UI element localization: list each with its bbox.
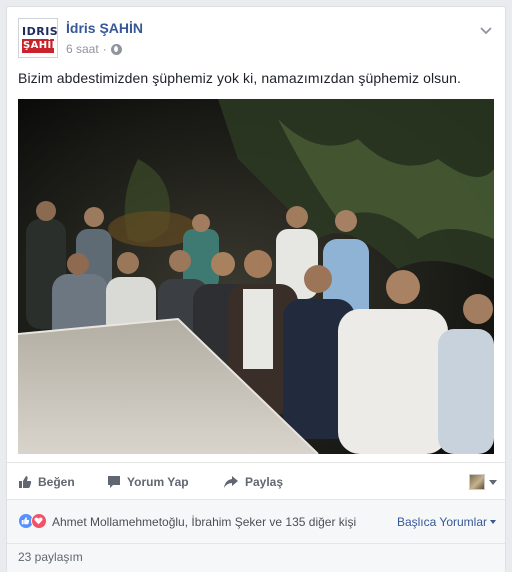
chevron-down-icon[interactable] bbox=[479, 26, 493, 36]
meta-separator: · bbox=[102, 42, 107, 56]
post-photo[interactable] bbox=[18, 99, 494, 454]
post-meta: 6 saat · bbox=[66, 42, 122, 56]
share-label: Paylaş bbox=[245, 475, 284, 489]
globe-icon[interactable] bbox=[110, 43, 122, 55]
thumbs-up-icon bbox=[19, 476, 32, 488]
divider bbox=[7, 543, 505, 544]
divider bbox=[7, 499, 505, 500]
comment-sort-dropdown[interactable]: Başlıca Yorumlar bbox=[397, 515, 496, 529]
page-thumbnail bbox=[469, 474, 485, 490]
post-card: IDRIS ŞAHİN İdris ŞAHİN 6 saat · Bizim a… bbox=[6, 6, 506, 572]
post-as-selector[interactable] bbox=[469, 474, 497, 490]
shares-row: 23 paylaşım bbox=[7, 543, 505, 572]
share-button[interactable]: Paylaş bbox=[223, 475, 283, 489]
reactions-summary[interactable]: Ahmet Mollamehmetoğlu, İbrahim Şeker ve … bbox=[52, 515, 356, 529]
post-timestamp[interactable]: 6 saat bbox=[66, 42, 99, 56]
caret-down-icon bbox=[490, 520, 496, 524]
shares-count-link[interactable]: 23 paylaşım bbox=[18, 550, 83, 564]
comment-button[interactable]: Yorum Yap bbox=[107, 475, 189, 489]
post-text: Bizim abdestimizden şüphemiz yok ki, nam… bbox=[18, 70, 462, 86]
author-avatar[interactable]: IDRIS ŞAHİN bbox=[18, 18, 58, 58]
logo-text-bottom: ŞAHİN bbox=[23, 40, 58, 51]
logo-text-top: IDRIS bbox=[22, 25, 58, 38]
share-arrow-icon bbox=[224, 476, 238, 488]
post-header: IDRIS ŞAHİN İdris ŞAHİN 6 saat · bbox=[18, 18, 493, 66]
author-name-link[interactable]: İdris ŞAHİN bbox=[66, 20, 143, 36]
comment-icon bbox=[108, 476, 120, 488]
comment-label: Yorum Yap bbox=[127, 475, 189, 489]
love-reaction-icon bbox=[31, 513, 47, 529]
sort-label: Başlıca Yorumlar bbox=[396, 515, 487, 529]
like-button[interactable]: Beğen bbox=[18, 475, 75, 489]
like-label: Beğen bbox=[38, 475, 75, 489]
reactions-row: Ahmet Mollamehmetoğlu, İbrahim Şeker ve … bbox=[7, 499, 505, 543]
caret-down-icon bbox=[489, 479, 497, 485]
divider bbox=[7, 462, 505, 463]
post-actions: Beğen Yorum Yap Paylaş bbox=[7, 469, 505, 499]
reaction-icons[interactable] bbox=[18, 513, 47, 529]
night-gathering-photo bbox=[18, 99, 494, 454]
